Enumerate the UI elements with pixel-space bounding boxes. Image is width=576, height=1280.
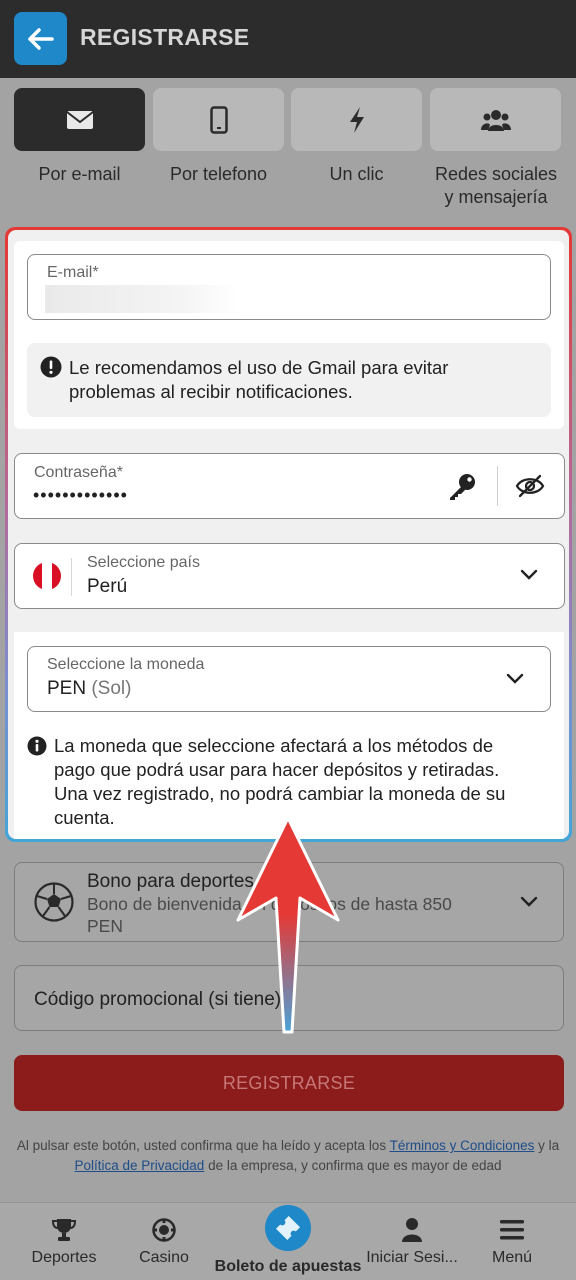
user-icon bbox=[402, 1218, 422, 1242]
envelope-icon bbox=[65, 110, 94, 129]
promo-code-field[interactable]: Código promocional (si tiene) bbox=[14, 965, 564, 1031]
currency-notice-line2: pago que podrá usar para hacer depósitos… bbox=[54, 759, 500, 780]
currency-notice-line1: La moneda que seleccione afectará a los … bbox=[54, 735, 494, 756]
peru-flag-icon bbox=[33, 562, 61, 590]
bonus-select[interactable]: Bono para deportes Bono de bienvenida en… bbox=[14, 862, 564, 942]
nav-label-login: Iniciar Sesi... bbox=[366, 1249, 458, 1266]
phone-icon bbox=[209, 105, 228, 134]
page-title: REGISTRARSE bbox=[80, 24, 250, 50]
nav-item-casino[interactable]: Casino bbox=[118, 1203, 210, 1280]
legal-text-part2: y la bbox=[534, 1138, 560, 1153]
nav-label-boleto: Boleto de apuestas bbox=[214, 1258, 362, 1275]
gmail-notice-text: Le recomendamos el uso de Gmail para evi… bbox=[69, 356, 448, 404]
nav-item-deportes[interactable]: Deportes bbox=[14, 1203, 114, 1280]
country-label: Seleccione país bbox=[87, 554, 200, 571]
email-field[interactable]: E-mail* bbox=[27, 254, 551, 320]
currency-notice-line3: Una vez registrado, no podrá cambiar la … bbox=[54, 783, 506, 804]
ticket-icon bbox=[275, 1215, 301, 1241]
promo-code-label: Código promocional (si tiene) bbox=[34, 989, 282, 1010]
eye-off-icon[interactable] bbox=[515, 474, 545, 498]
menu-icon bbox=[500, 1220, 524, 1240]
tab-email[interactable] bbox=[14, 88, 145, 151]
bonus-title: Bono para deportes bbox=[87, 871, 254, 892]
currency-notice-text: La moneda que seleccione afectará a los … bbox=[54, 734, 505, 830]
casino-chip-icon bbox=[152, 1218, 176, 1242]
email-value-redacted bbox=[45, 285, 237, 313]
tab-social-label: Redes sociales y mensajería bbox=[420, 163, 572, 209]
password-divider bbox=[497, 466, 498, 506]
chevron-down-icon bbox=[506, 673, 524, 684]
users-icon bbox=[480, 109, 511, 131]
lightning-icon bbox=[349, 106, 364, 133]
country-select[interactable]: Seleccione país Perú bbox=[14, 543, 565, 609]
country-value: Perú bbox=[87, 576, 128, 597]
privacy-link[interactable]: Política de Privacidad bbox=[75, 1158, 205, 1173]
chevron-down-icon bbox=[520, 896, 538, 907]
currency-notice-line4: cuenta. bbox=[54, 807, 115, 828]
ticket-button[interactable] bbox=[265, 1205, 311, 1251]
bonus-description-line1: Bono de bienvenida en depósitos de hasta… bbox=[87, 894, 452, 914]
nav-item-boleto[interactable]: Boleto de apuestas bbox=[212, 1203, 364, 1280]
key-icon[interactable] bbox=[447, 473, 477, 501]
nav-label-casino: Casino bbox=[139, 1249, 189, 1266]
currency-name: (Sol) bbox=[91, 678, 132, 699]
chevron-down-icon bbox=[520, 569, 538, 580]
country-divider bbox=[71, 558, 72, 596]
currency-code: PEN bbox=[47, 678, 87, 699]
gmail-notice-line2: problemas al recibir notificaciones. bbox=[69, 381, 353, 402]
tab-phone[interactable] bbox=[153, 88, 284, 151]
back-button[interactable] bbox=[14, 12, 67, 65]
password-field[interactable]: Contraseña* ••••••••••••• bbox=[14, 453, 565, 519]
top-bar: REGISTRARSE bbox=[0, 0, 576, 78]
nav-label-menu: Menú bbox=[491, 1249, 533, 1266]
highlighted-form-frame: E-mail* Le recomendamos el uso de Gmail … bbox=[5, 227, 572, 842]
nav-item-menu[interactable]: Menú bbox=[472, 1203, 552, 1280]
bottom-nav: Deportes Casino Boleto de apuestas Inici… bbox=[0, 1202, 576, 1280]
legal-text-part1: Al pulsar este botón, usted confirma que… bbox=[16, 1138, 390, 1153]
terms-link[interactable]: Términos y Condiciones bbox=[390, 1138, 535, 1153]
password-value: ••••••••••••• bbox=[33, 485, 128, 505]
gmail-notice: Le recomendamos el uso de Gmail para evi… bbox=[27, 343, 551, 417]
currency-label: Seleccione la moneda bbox=[47, 656, 205, 673]
currency-select[interactable]: Seleccione la moneda PEN (Sol) bbox=[27, 646, 551, 712]
currency-card: Seleccione la moneda PEN (Sol) La moneda… bbox=[14, 632, 564, 839]
tab-one-click-label: Un clic bbox=[329, 164, 384, 184]
tab-social-label-line2: y mensajería bbox=[444, 187, 548, 207]
arrow-left-icon bbox=[27, 27, 54, 50]
info-icon bbox=[27, 736, 47, 756]
email-card: E-mail* Le recomendamos el uso de Gmail … bbox=[14, 241, 564, 429]
legal-text: Al pulsar este botón, usted confirma que… bbox=[10, 1136, 566, 1176]
tab-one-click[interactable] bbox=[291, 88, 422, 151]
tab-phone-label: Por telefono bbox=[169, 164, 268, 184]
gmail-notice-line1: Le recomendamos el uso de Gmail para evi… bbox=[69, 357, 449, 378]
tab-social[interactable] bbox=[430, 88, 561, 151]
trophy-icon bbox=[51, 1219, 77, 1241]
currency-value: PEN (Sol) bbox=[47, 678, 131, 700]
legal-text-part3: de la empresa, y confirma que es mayor d… bbox=[204, 1158, 502, 1173]
register-button[interactable]: REGISTRARSE bbox=[14, 1055, 564, 1111]
tab-email-label: Por e-mail bbox=[38, 164, 121, 184]
bonus-description: Bono de bienvenida en depósitos de hasta… bbox=[87, 893, 452, 937]
alert-icon bbox=[40, 356, 62, 378]
email-label: E-mail* bbox=[47, 264, 99, 281]
soccer-ball-icon bbox=[34, 882, 74, 922]
form-body: E-mail* Le recomendamos el uso de Gmail … bbox=[8, 230, 569, 839]
nav-item-login[interactable]: Iniciar Sesi... bbox=[362, 1203, 462, 1280]
tab-social-label-line1: Redes sociales bbox=[434, 164, 558, 184]
password-label: Contraseña* bbox=[34, 464, 123, 481]
nav-label-deportes: Deportes bbox=[31, 1249, 97, 1266]
bonus-description-line2: PEN bbox=[87, 916, 123, 936]
